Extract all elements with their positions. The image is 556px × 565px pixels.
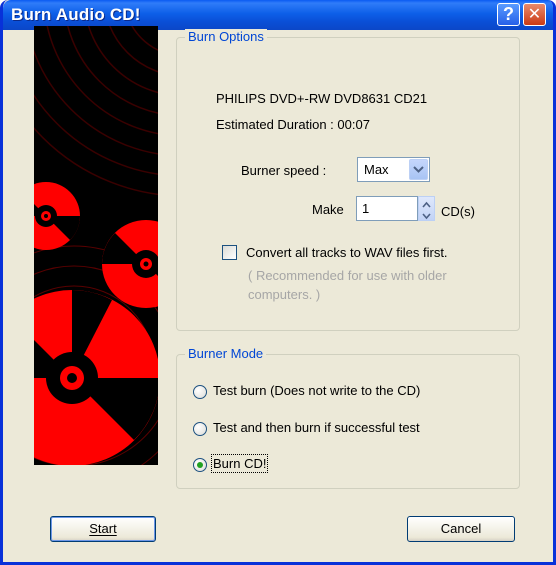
convert-wav-label[interactable]: Convert all tracks to WAV files first.: [246, 245, 448, 260]
recommend-note-line2: computers. ): [248, 287, 321, 302]
cancel-button[interactable]: Cancel: [407, 516, 515, 542]
start-button-label: Start: [89, 521, 117, 536]
cd-count-spinner[interactable]: [418, 196, 435, 221]
burn-options-group: Burn Options: [176, 29, 520, 331]
help-button[interactable]: ?: [497, 3, 520, 26]
recommend-note-line1: ( Recommended for use with older: [248, 268, 447, 283]
radio-selected-dot: [197, 462, 203, 468]
device-name: PHILIPS DVD+-RW DVD8631 CD21: [216, 91, 428, 106]
radio-test-then-burn[interactable]: [193, 422, 207, 436]
burner-speed-label: Burner speed :: [241, 163, 327, 178]
help-icon: ?: [503, 4, 514, 24]
radio-test-burn[interactable]: [193, 385, 207, 399]
burner-mode-legend: Burner Mode: [185, 346, 267, 361]
cd-artwork-image: [34, 26, 158, 465]
spin-down-icon[interactable]: [419, 209, 434, 220]
window-title: Burn Audio CD!: [11, 5, 141, 24]
radio-burn-cd[interactable]: [193, 458, 207, 472]
convert-wav-checkbox[interactable]: [222, 245, 237, 260]
cd-count-input[interactable]: 1: [356, 196, 418, 221]
chevron-down-icon[interactable]: [409, 159, 428, 180]
start-button[interactable]: Start: [50, 516, 156, 542]
burn-options-legend: Burn Options: [185, 29, 267, 44]
burner-speed-value: Max: [364, 162, 389, 177]
burner-speed-select[interactable]: Max: [357, 157, 430, 182]
close-icon: ✕: [527, 4, 542, 23]
cd-unit-label: CD(s): [441, 204, 475, 219]
make-label: Make: [312, 202, 344, 217]
close-button[interactable]: ✕: [523, 3, 546, 26]
spin-up-icon[interactable]: [419, 197, 434, 208]
cd-artwork-svg: [34, 26, 158, 465]
estimated-duration: Estimated Duration : 00:07: [216, 117, 370, 132]
cd-count-value: 1: [362, 201, 370, 216]
cancel-button-label: Cancel: [440, 521, 482, 536]
radio-test-burn-label[interactable]: Test burn (Does not write to the CD): [213, 383, 420, 398]
radio-burn-cd-label[interactable]: Burn CD!: [210, 454, 269, 473]
radio-test-then-burn-label[interactable]: Test and then burn if successful test: [213, 420, 420, 435]
